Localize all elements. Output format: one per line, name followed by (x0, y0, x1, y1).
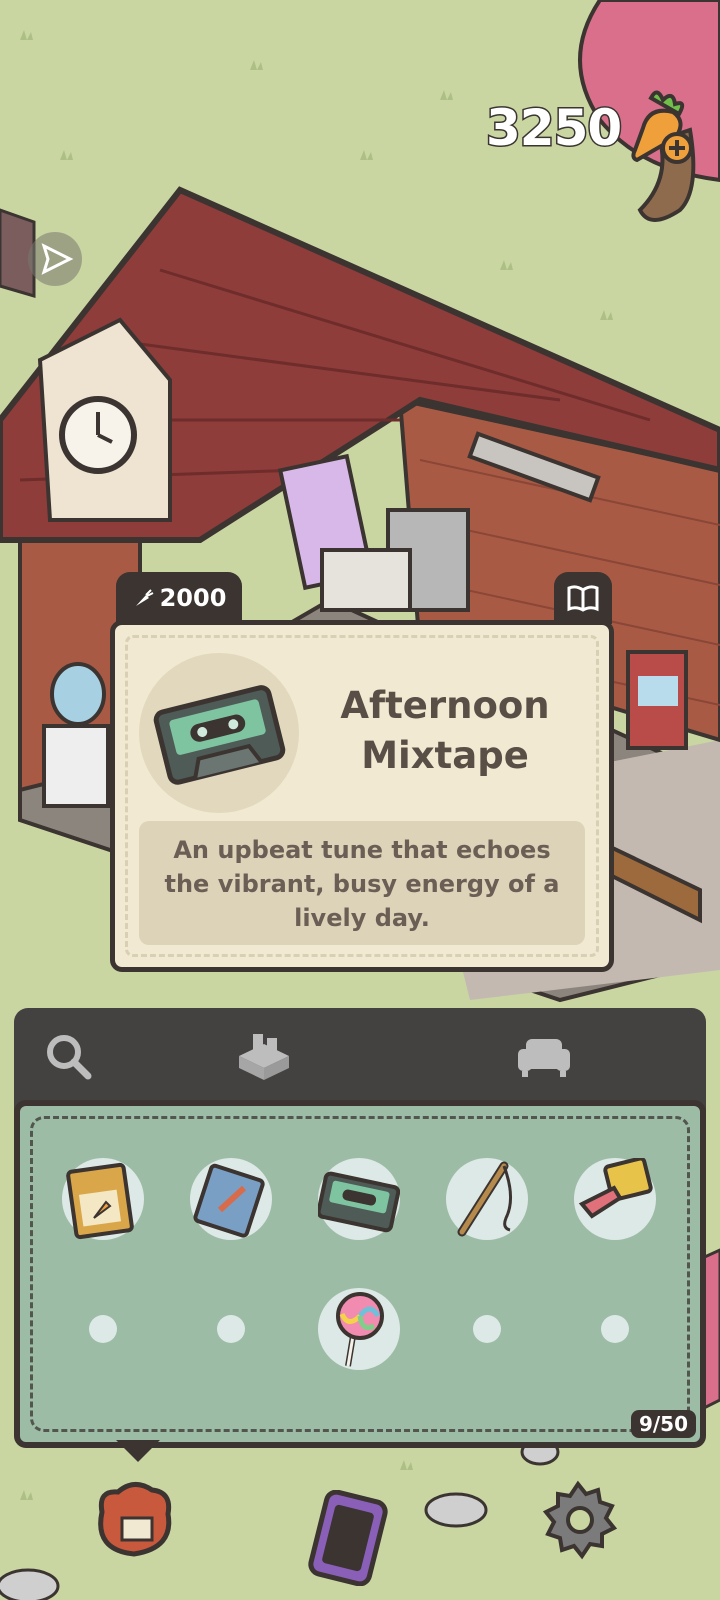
item-info-card: Afternoon Mixtape An upbeat tune that ec… (110, 620, 614, 972)
catalog-button[interactable] (554, 572, 612, 624)
carrot-count: 3250 (484, 98, 623, 159)
inventory-tabs (14, 1008, 706, 1112)
inventory-count: 9/50 (630, 1410, 696, 1438)
tab-furniture[interactable] (512, 1024, 576, 1088)
inventory-slot-seed-packet[interactable] (62, 1158, 144, 1240)
tab-search[interactable] (36, 1024, 100, 1088)
fishing-rod-icon (457, 1161, 512, 1237)
phone-icon (308, 1489, 388, 1587)
item-description: An upbeat tune that echoes the vibrant, … (139, 821, 585, 945)
price-value: 2000 (159, 584, 227, 612)
lollipop-icon (336, 1292, 384, 1367)
inventory-panel: 9/50 (14, 1100, 706, 1448)
settings-button[interactable] (536, 1478, 620, 1566)
inventory-slot-empty[interactable] (217, 1315, 245, 1343)
cassette-tape-icon (153, 685, 286, 785)
navigate-button[interactable] (28, 232, 82, 286)
inventory-slot-lollipop[interactable] (318, 1288, 400, 1370)
carrot-small-icon (135, 589, 154, 606)
inventory-bag-button[interactable] (88, 1470, 180, 1566)
notepad-icon (193, 1163, 265, 1238)
sofa-icon (518, 1039, 570, 1077)
price-tag: 2000 (116, 572, 242, 624)
tape-measure-icon (578, 1158, 653, 1219)
gear-icon (542, 1480, 618, 1560)
magnifier-icon (47, 1035, 92, 1080)
seed-packet-icon (66, 1162, 134, 1240)
book-icon (567, 585, 599, 612)
cassette-tape-icon (318, 1171, 400, 1233)
item-preview (139, 653, 299, 813)
phone-button[interactable] (308, 1489, 388, 1590)
tab-crafting[interactable] (232, 1024, 296, 1088)
inventory-slot-empty[interactable] (89, 1315, 117, 1343)
carrot-currency[interactable]: 3250 (484, 88, 699, 168)
inventory-slot-notepad[interactable] (190, 1158, 272, 1240)
carrot-plus-icon[interactable] (629, 88, 699, 168)
send-arrow-icon (41, 243, 74, 275)
inventory-slot-cassette[interactable] (318, 1158, 400, 1240)
inventory-slot-empty[interactable] (473, 1315, 501, 1343)
panel-pointer (116, 1440, 160, 1462)
inventory-slot-fishing-rod[interactable] (446, 1158, 528, 1240)
item-title: Afternoon Mixtape (340, 684, 550, 777)
inventory-slot-empty[interactable] (601, 1315, 629, 1343)
sack-icon (98, 1482, 172, 1557)
crafting-machine-icon (239, 1034, 289, 1080)
inventory-slot-tape-measure[interactable] (574, 1158, 656, 1240)
